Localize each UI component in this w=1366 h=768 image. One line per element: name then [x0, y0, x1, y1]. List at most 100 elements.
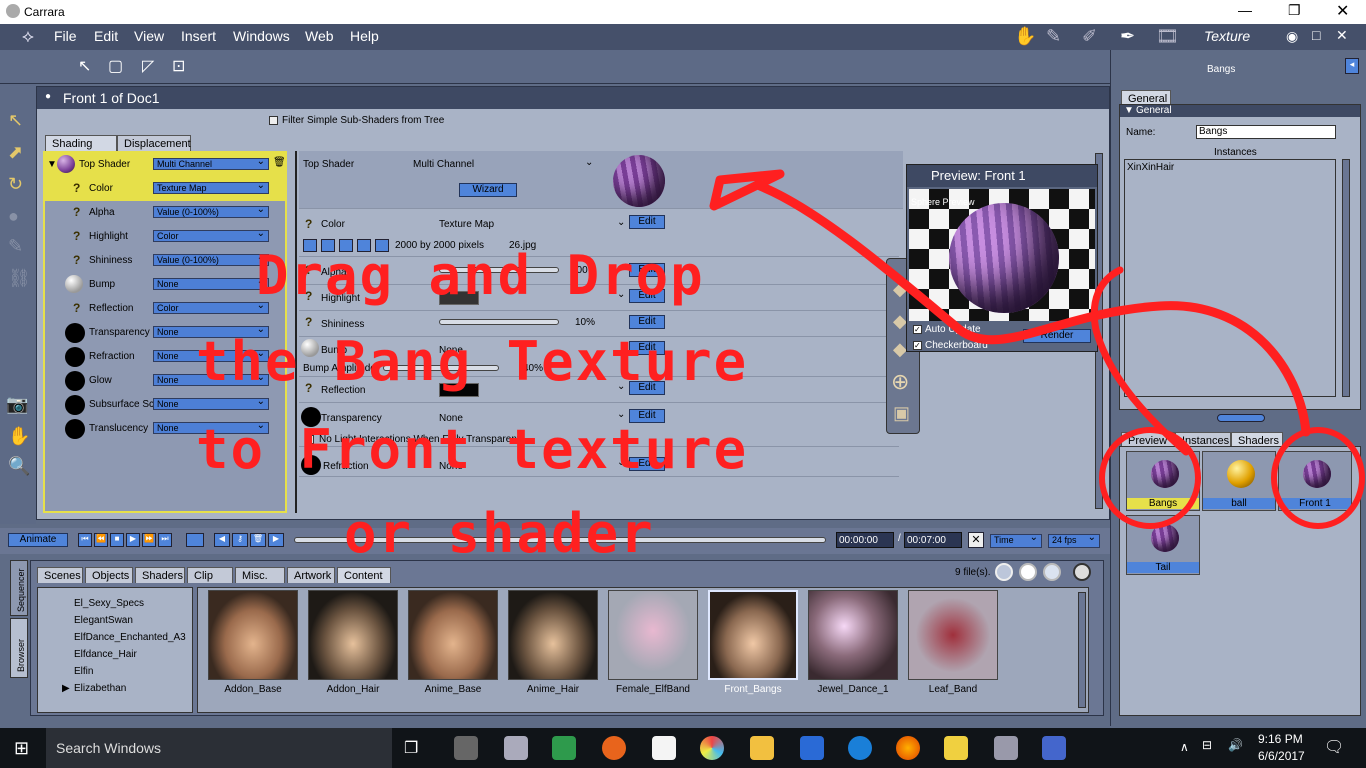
side-tab-browser[interactable]: Browser: [10, 618, 28, 678]
tray-arrow-icon[interactable]: ∧: [1180, 740, 1189, 754]
eye-icon[interactable]: ◉: [1286, 28, 1298, 45]
tree-dropdown[interactable]: None: [153, 372, 269, 386]
tree-row-reflection[interactable]: ? Reflection Color: [45, 297, 285, 321]
firefox-icon[interactable]: [896, 736, 920, 760]
box-select-icon[interactable]: ▢: [108, 56, 123, 76]
app-icon[interactable]: [700, 736, 724, 760]
chevron-down-icon[interactable]: ⌄: [617, 289, 625, 300]
next-key-icon[interactable]: ▶: [268, 533, 284, 547]
content-item-anime-hair[interactable]: [508, 590, 598, 680]
folder-item[interactable]: Elfdance_Hair: [74, 649, 137, 660]
play-icon[interactable]: ▶: [126, 533, 140, 547]
tree-row-transparency[interactable]: Transparency None: [45, 321, 285, 345]
clock-date[interactable]: 6/6/2017: [1258, 749, 1305, 763]
sphere-tool-icon[interactable]: ●: [8, 206, 19, 227]
detail-value[interactable]: None: [439, 461, 463, 472]
shininess-slider[interactable]: [439, 319, 559, 325]
detail-value[interactable]: None: [439, 413, 463, 424]
link-tool-icon[interactable]: ⛓: [8, 268, 31, 289]
edit-button[interactable]: Edit: [629, 215, 665, 229]
tree-row-top-shader[interactable]: ▼ Top Shader Multi Channel 🗑: [45, 153, 286, 177]
flip-horizontal-icon[interactable]: [339, 239, 353, 252]
content-item-addon-hair[interactable]: [308, 590, 398, 680]
go-end-icon[interactable]: ⏭: [158, 533, 172, 547]
task-view-icon[interactable]: ❐: [404, 738, 418, 758]
detail-value[interactable]: Texture Map: [439, 219, 494, 230]
reload-icon[interactable]: [357, 239, 371, 252]
tab-objects[interactable]: Objects: [85, 567, 133, 583]
expand-triangle-icon[interactable]: ▼: [47, 159, 57, 170]
folder-item[interactable]: Elizabethan: [74, 683, 126, 694]
arrow-tool-icon[interactable]: ↖: [8, 110, 23, 131]
time-mode-dropdown[interactable]: Time: [990, 532, 1042, 548]
edge-browser-icon[interactable]: [848, 736, 872, 760]
chevron-down-icon[interactable]: ⌄: [617, 409, 625, 420]
edit-button[interactable]: Edit: [629, 263, 665, 277]
chevron-down-icon[interactable]: ⌄: [617, 381, 625, 392]
search-box[interactable]: Search Windows: [46, 728, 392, 768]
menu-edit[interactable]: Edit: [94, 28, 118, 44]
wizard-button[interactable]: Wizard: [459, 183, 517, 197]
edit-button[interactable]: Edit: [629, 457, 665, 471]
up-arrow-icon[interactable]: [375, 239, 389, 252]
tree-row-translucency[interactable]: Translucency None: [45, 417, 285, 441]
render-button[interactable]: Render: [1023, 329, 1091, 343]
tree-dropdown[interactable]: Color: [153, 300, 269, 314]
room-model-icon[interactable]: ✎: [1046, 26, 1061, 47]
side-tab-sequencer[interactable]: Sequencer: [10, 560, 28, 616]
fps-dropdown[interactable]: 24 fps: [1048, 532, 1100, 548]
content-item-anime-base[interactable]: [408, 590, 498, 680]
app-icon[interactable]: [602, 736, 626, 760]
panel-close-icon[interactable]: ✕: [1336, 27, 1348, 44]
folder-item[interactable]: ElfDance_Enchanted_A3: [74, 632, 186, 643]
rewind-icon[interactable]: ⏪: [94, 533, 108, 547]
edit-button[interactable]: Edit: [629, 341, 665, 355]
page-curl-icon[interactable]: [1073, 563, 1091, 581]
move-tool-icon[interactable]: ⬈: [8, 142, 23, 163]
checkerboard-checkbox[interactable]: ✓: [913, 341, 922, 350]
minimize-button[interactable]: —: [1238, 2, 1252, 18]
shader-item-bangs[interactable]: Bangs: [1126, 451, 1200, 511]
tree-row-alpha[interactable]: ? Alpha Value (0-100%): [45, 201, 285, 225]
alpha-slider[interactable]: [439, 267, 559, 273]
end-time-field[interactable]: 00:07:00: [904, 532, 962, 548]
room-storyboard-icon[interactable]: ✐: [1082, 26, 1097, 47]
move-cube-icon[interactable]: ◆: [893, 311, 907, 332]
prev-key-icon[interactable]: ◀: [214, 533, 230, 547]
volume-icon[interactable]: 🔊: [1228, 738, 1243, 752]
dock-arrow-icon[interactable]: ◂: [1345, 58, 1359, 74]
open-file-icon[interactable]: [303, 239, 317, 252]
timeline-scrubber[interactable]: [294, 537, 826, 543]
trackball-icon[interactable]: ⊕: [891, 369, 909, 395]
auto-update-checkbox[interactable]: ✓: [913, 325, 922, 334]
scrollbar[interactable]: [1342, 159, 1350, 397]
highlight-color-swatch[interactable]: [439, 291, 479, 305]
key-icon[interactable]: ⚷: [232, 533, 248, 547]
app-icon[interactable]: [994, 736, 1018, 760]
tree-dropdown[interactable]: None: [153, 324, 269, 338]
content-item-front-bangs[interactable]: [708, 590, 798, 680]
close-button[interactable]: ✕: [1336, 1, 1349, 21]
splitter-handle[interactable]: [1217, 414, 1265, 422]
rotate-handle-icon[interactable]: ◸: [142, 56, 154, 76]
room-texture-icon[interactable]: ✒: [1120, 26, 1135, 47]
tree-dropdown[interactable]: Value (0-100%): [153, 204, 269, 218]
no-light-checkbox[interactable]: [305, 435, 314, 444]
folder-expand-icon[interactable]: ▶: [62, 683, 70, 694]
collapse-dot-icon[interactable]: ●: [45, 91, 51, 102]
name-field[interactable]: Bangs: [1196, 125, 1336, 139]
move-cube-icon[interactable]: ◆: [893, 339, 907, 360]
shader-item-front-1[interactable]: Front 1: [1278, 451, 1352, 511]
menu-web[interactable]: Web: [305, 28, 334, 44]
camera-tool-icon[interactable]: 📷: [6, 394, 28, 415]
document-icon[interactable]: [652, 736, 676, 760]
chevron-down-icon[interactable]: ⌄: [617, 457, 625, 468]
tree-row-subsurface[interactable]: Subsurface Sc None: [45, 393, 285, 417]
tree-dropdown[interactable]: None: [153, 420, 269, 434]
hand-tool-icon[interactable]: ✋: [8, 426, 30, 447]
go-start-icon[interactable]: ⏮: [78, 533, 92, 547]
shader-item-tail[interactable]: Tail: [1126, 515, 1200, 575]
move-cube-icon[interactable]: ◆: [893, 279, 907, 300]
room-render-icon[interactable]: 🎞: [1156, 26, 1179, 47]
loop-icon[interactable]: [186, 533, 204, 547]
